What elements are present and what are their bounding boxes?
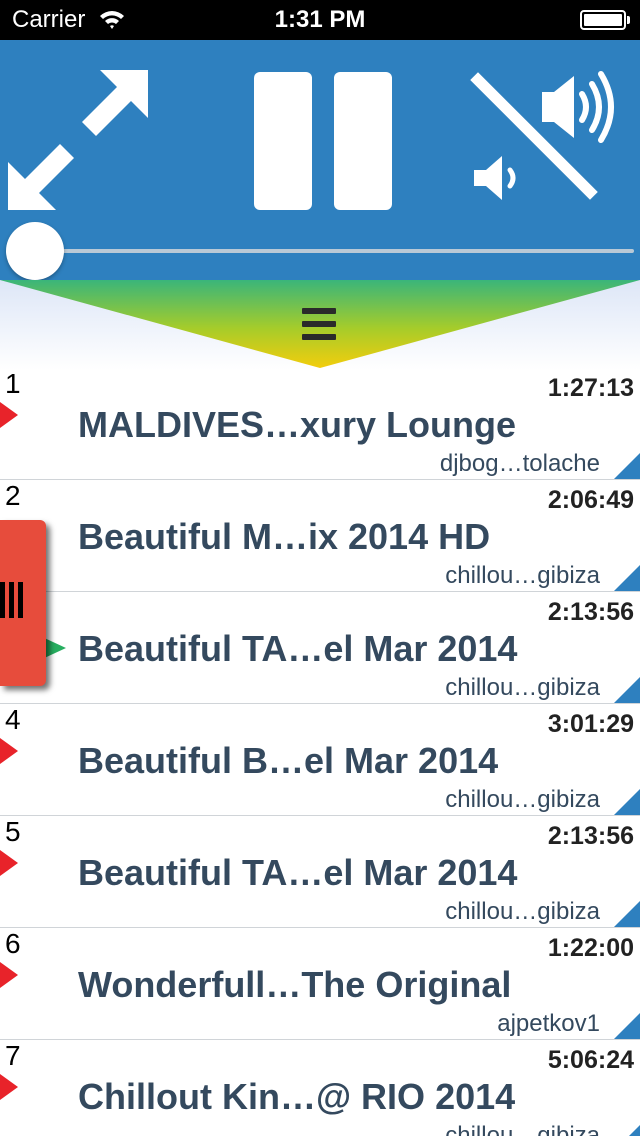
track-row[interactable]: 4 3:01:29 Beautiful B…el Mar 2014 chillo… [0,704,640,816]
corner-triangle-icon [614,453,640,479]
corner-triangle-icon [629,1125,640,1136]
track-title: Chillout Kin…@ RIO 2014 [78,1076,516,1117]
track-duration: 1:27:13 [547,374,634,402]
mute-button[interactable] [470,64,620,214]
playlist-toggle-panel [0,280,640,370]
track-channel: ajpetkov1 [497,1010,600,1037]
track-duration: 1:22:00 [547,934,634,962]
track-title: Beautiful B…el Mar 2014 [78,740,499,781]
track-duration: 3:01:29 [547,710,634,738]
corner-triangle-icon [614,677,640,703]
volume-mute-icon [470,71,614,200]
corner-triangle-icon [614,901,640,927]
track-number: 4 [5,704,21,735]
track-title: Beautiful TA…el Mar 2014 [78,852,518,893]
track-channel: chillou…gibiza [445,562,600,589]
track-row[interactable]: 1 1:27:13 MALDIVES…xury Lounge djbog…tol… [0,368,640,480]
track-title: Beautiful TA…el Mar 2014 [78,628,518,669]
track-channel: chillou…gibiza [445,898,600,925]
corner-triangle-icon [614,565,640,591]
track-row[interactable]: 7 5:06:24 Chillout Kin…@ RIO 2014 chillo… [0,1040,640,1136]
track-marker-icon [0,850,18,876]
corner-triangle-icon [614,789,640,815]
track-row[interactable]: 5 2:13:56 Beautiful TA…el Mar 2014 chill… [0,816,640,928]
track-number: 7 [5,1040,21,1071]
track-row[interactable]: 2 2:06:49 Beautiful M…ix 2014 HD chillou… [0,480,640,592]
fullscreen-expand-icon [8,70,148,210]
side-drawer-handle[interactable] [0,520,46,686]
fullscreen-button[interactable] [8,70,150,212]
pause-button[interactable] [252,72,392,210]
track-channel: chillou…gibiza [445,786,600,813]
track-marker-icon [0,738,18,764]
track-duration: 5:06:24 [547,1046,634,1074]
battery-icon [580,10,630,30]
track-channel: djbog…tolache [439,450,600,477]
menu-button[interactable] [302,308,336,340]
track-row[interactable]: 3 2:13:56 Beautiful TA…el Mar 2014 chill… [0,592,640,704]
track-duration: 2:13:56 [547,598,634,626]
status-bar: Carrier 1:31 PM [0,0,640,40]
track-title: MALDIVES…xury Lounge [78,404,517,445]
corner-triangle-icon [614,1013,640,1039]
track-duration: 2:06:49 [547,486,634,514]
track-marker-icon [0,402,18,428]
track-marker-icon [0,962,18,988]
track-number: 1 [5,368,21,399]
grip-icon [0,582,30,618]
track-duration: 2:13:56 [547,822,634,850]
track-number: 5 [5,816,21,847]
track-channel: chillou…gibiza [445,674,600,701]
track-marker-icon [0,1074,18,1100]
seek-slider-track[interactable] [20,249,634,253]
track-channel: chillou…gibiza [445,1122,600,1136]
track-number: 6 [5,928,21,959]
seek-slider-thumb[interactable] [6,222,64,280]
track-row[interactable]: 6 1:22:00 Wonderfull…The Original ajpetk… [0,928,640,1040]
track-title: Wonderfull…The Original [78,964,512,1005]
playlist: 1 1:27:13 MALDIVES…xury Lounge djbog…tol… [0,368,640,1136]
track-title: Beautiful M…ix 2014 HD [78,516,491,557]
player-controls [0,40,640,280]
status-time: 1:31 PM [274,6,366,33]
track-number: 2 [5,480,21,511]
